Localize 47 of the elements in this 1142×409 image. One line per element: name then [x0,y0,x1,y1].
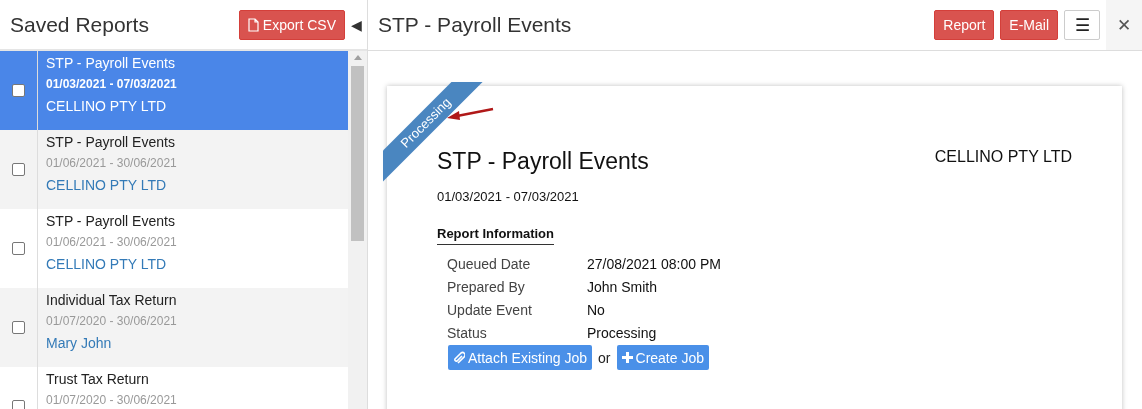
menu-button[interactable]: ☰ [1064,10,1100,40]
action-button[interactable]: Report [934,10,995,40]
report-dates: 01/07/2020 - 30/06/2021 [46,313,177,330]
field-value: Processing [587,325,658,341]
checkbox[interactable] [12,163,25,176]
report-entity: CELLINO PTY LTD [46,176,168,195]
report-dates: 01/03/2021 - 07/03/2021 [46,76,177,93]
report-title: Trust Tax Return [46,370,150,388]
report-list-item[interactable]: Individual Tax Return 01/07/2020 - 30/06/2021 Mary John [0,288,348,367]
report-header-title: STP - Payroll Events [378,13,573,37]
scrollbar[interactable] [348,51,367,409]
report-list-item[interactable]: STP - Payroll Events 01/06/2021 - 30/06/2021 CELLINO PTY LTD [0,130,348,209]
field-value: No [587,302,606,318]
action-button[interactable]: E-Mail [1000,10,1058,40]
checkbox[interactable] [12,84,25,97]
export-csv-button[interactable]: Export CSV [238,9,345,40]
collapse-icon[interactable]: ◀ [345,16,367,33]
or-text: or [598,349,611,366]
report-dates: 01/06/2021 - 30/06/2021 [46,155,177,172]
field-label: Update Event [447,302,533,318]
paperclip-icon [453,350,465,365]
close-button[interactable]: ✕ [1106,0,1142,50]
report-dates: 01/06/2021 - 30/06/2021 [46,234,177,251]
scroll-up-icon[interactable] [353,55,362,60]
document-icon [247,17,259,32]
field-value: John Smith [587,279,659,295]
report-entity: CELLINO PTY LTD [46,97,168,116]
checkbox[interactable] [12,242,25,255]
report-list-item[interactable]: STP - Payroll Events 01/03/2021 - 07/03/2021 CELLINO PTY LTD [0,51,348,130]
entity-name: CELLINO PTY LTD [934,148,1072,166]
plus-icon [621,352,633,363]
section-heading: Report Information [437,226,554,245]
report-dates: 01/07/2020 - 30/06/2021 [46,392,177,409]
report-entity: Mary John [46,334,113,353]
sidebar-title: Saved Reports [10,12,150,37]
field-label: Prepared By [447,279,526,295]
report-title: Individual Tax Return [46,291,177,309]
report-period: 01/03/2021 - 07/03/2021 [437,189,580,204]
field-value: 27/08/2021 08:00 PM [587,256,722,272]
report-title: STP - Payroll Events [46,54,176,72]
field-label: Status [447,325,488,341]
scrollbar-thumb[interactable] [351,66,364,241]
field-label: Queued Date [447,256,532,272]
report-title: STP - Payroll Events [46,212,176,230]
report-title: STP - Payroll Events [46,133,176,151]
report-entity: CELLINO PTY LTD [46,255,168,274]
checkbox[interactable] [12,321,25,334]
